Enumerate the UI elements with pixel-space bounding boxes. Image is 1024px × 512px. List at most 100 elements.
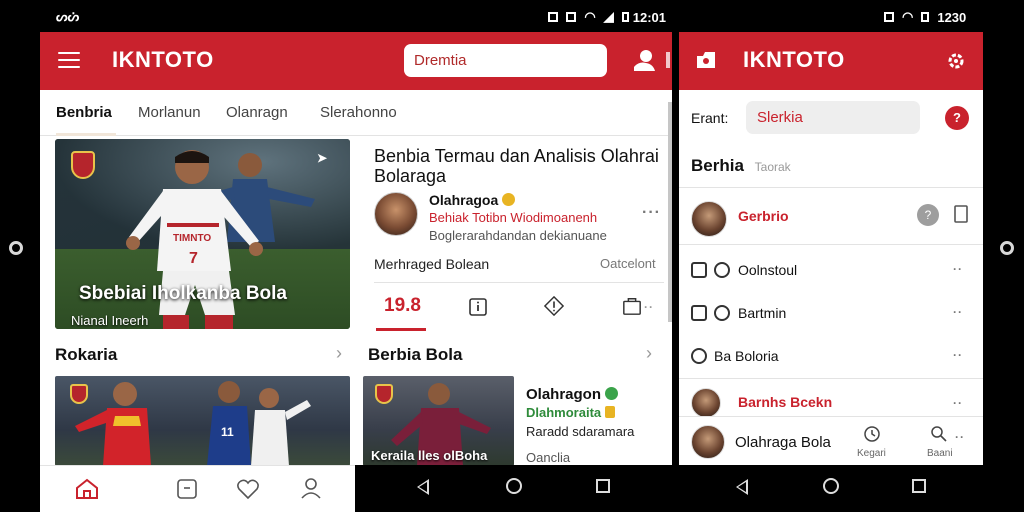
- checkbox-icon[interactable]: [691, 305, 707, 321]
- bookmark-icon[interactable]: [954, 205, 968, 223]
- tab-morlanun[interactable]: Morlanun: [138, 104, 201, 121]
- help-circle-icon[interactable]: ?: [917, 204, 939, 226]
- club-crest-icon: [71, 151, 95, 179]
- status-time: 12:01: [632, 9, 666, 25]
- more-options-icon[interactable]: ···: [642, 204, 661, 222]
- back-icon[interactable]: [417, 479, 429, 495]
- news-card-title[interactable]: Olahragon: [526, 386, 619, 403]
- section-subtitle: Taorak: [754, 160, 791, 174]
- checkbox-icon[interactable]: [691, 262, 707, 278]
- search-icon[interactable]: [930, 425, 948, 443]
- more-options-icon[interactable]: ··: [953, 348, 963, 362]
- user-chat-icon[interactable]: [631, 49, 657, 73]
- settings-icon[interactable]: [945, 50, 967, 72]
- tab-olanragn[interactable]: Olanragn: [226, 104, 288, 121]
- search-input[interactable]: Slerkia: [746, 101, 920, 134]
- home-button-icon[interactable]: [506, 478, 522, 494]
- hero-subtitle: Nianal Ineerh: [71, 313, 149, 328]
- news-card-line3: Raradd sdaramara: [526, 424, 635, 439]
- status-left-text: ᔕᔖ: [56, 9, 80, 24]
- tab-slerahonno[interactable]: Slerahonno: [320, 104, 397, 121]
- news-logo-icon[interactable]: [695, 50, 717, 70]
- alert-diamond-icon[interactable]: [544, 296, 564, 316]
- page-scrollbar[interactable]: [668, 102, 672, 322]
- svg-text:7: 7: [189, 250, 198, 267]
- club-crest-icon: [375, 384, 393, 404]
- match-card-image[interactable]: 11: [55, 376, 350, 466]
- chevron-right-icon[interactable]: ›: [336, 343, 342, 364]
- action-active-indicator: [376, 328, 426, 331]
- left-phone-screen: IKNTOTO Dremtia Benbria Morlanun Olanrag…: [40, 32, 672, 512]
- badge-icon: [605, 406, 616, 418]
- club-crest-icon: [70, 384, 88, 404]
- hero-card[interactable]: TIMNTO 7 ➤ Sbebiai Iholkanba Bola Nianal…: [55, 139, 350, 329]
- list-item-ba-boloria[interactable]: Ba Boloria: [714, 348, 779, 364]
- app-title: IKNTOTO: [112, 47, 214, 72]
- more-options-icon[interactable]: ··: [955, 430, 965, 444]
- app-bar: IKNTOTO Dremtia: [40, 32, 672, 90]
- author-name[interactable]: Olahragoa: [429, 192, 516, 208]
- divider: [679, 378, 983, 379]
- system-navigation-bar: [355, 465, 672, 512]
- back-icon[interactable]: [736, 479, 748, 495]
- news-card-line4: Oanclia: [526, 450, 571, 465]
- search-input[interactable]: Dremtia: [404, 44, 607, 77]
- bottom-profile-bar: Olahraga Bola Kegari Baani ··: [679, 416, 983, 466]
- scrollbar[interactable]: [666, 52, 670, 68]
- article-meta-right: Oatcelont: [600, 256, 656, 271]
- more-options-icon[interactable]: ··: [953, 305, 963, 319]
- chevron-right-icon[interactable]: ›: [646, 343, 652, 364]
- tab-benbria[interactable]: Benbria: [56, 104, 112, 121]
- info-icon[interactable]: [468, 297, 488, 317]
- list-item-gerbrio[interactable]: Gerbrio: [738, 208, 789, 224]
- list-item-barnhs-bcekn[interactable]: Barnhs Bcekn: [738, 394, 832, 410]
- article-summary: Boglerarahdandan dekianuane: [429, 228, 607, 243]
- verified-badge-icon: [502, 193, 516, 206]
- battery-icon: [548, 12, 559, 22]
- recents-icon[interactable]: [912, 479, 926, 493]
- more-options-icon[interactable]: ··: [953, 262, 963, 276]
- list-item-oolnstoul[interactable]: Oolnstoul: [738, 262, 797, 278]
- author-tagline: Behiak Totibn Wiodimoanenh: [429, 210, 598, 225]
- avatar[interactable]: [691, 425, 725, 459]
- clock-icon: [714, 262, 730, 278]
- clock-icon[interactable]: [863, 425, 881, 443]
- radio-icon[interactable]: [691, 348, 707, 364]
- news-icon[interactable]: [176, 478, 198, 500]
- news-card-image[interactable]: Keraila lles olBoha: [363, 376, 514, 466]
- section-title-berbia-bola[interactable]: Berbia Bola: [368, 345, 462, 365]
- left-status-bar: ᔕᔖ ◠ ◢ 12:01: [56, 0, 666, 34]
- hero-title: Sbebiai Iholkanba Bola: [79, 283, 287, 304]
- more-options-icon[interactable]: ··: [953, 396, 963, 410]
- status-time-right: 1230: [937, 9, 967, 25]
- right-phone-screen: IKNTOTO Erant: Slerkia ? Berhia Taorak G…: [679, 32, 983, 512]
- signal-icon: ◢: [603, 9, 614, 24]
- author-avatar[interactable]: [374, 192, 418, 236]
- right-status-bar: ◠ 1230: [880, 0, 980, 34]
- menu-icon[interactable]: [58, 52, 80, 68]
- avatar[interactable]: [691, 201, 727, 237]
- forward-icon[interactable]: ➤: [317, 151, 327, 165]
- profile-icon[interactable]: [300, 476, 322, 500]
- sim-icon: [621, 12, 629, 22]
- home-icon[interactable]: [75, 478, 99, 500]
- svg-text:11: 11: [221, 425, 234, 439]
- home-button-icon[interactable]: [823, 478, 839, 494]
- news-card-subtitle: Dlahmoraita: [526, 405, 616, 420]
- profile-name[interactable]: Olahraga Bola: [735, 434, 831, 451]
- like-count[interactable]: 19.8: [384, 295, 421, 317]
- section-title-rokaria[interactable]: Rokaria: [55, 345, 117, 365]
- divider: [679, 187, 983, 188]
- action-more-icon[interactable]: ··: [644, 300, 654, 314]
- avatar[interactable]: [691, 388, 721, 418]
- vibrate-icon: [566, 12, 577, 22]
- screen: ᔕᔖ ◠ ◢ 12:01 ◠ 1230 IKNTOTO Dremtia Benb…: [0, 0, 1024, 512]
- article-category[interactable]: Merhraged Bolean: [374, 256, 489, 272]
- article-title[interactable]: Benbia Termau dan Analisis Olahrai Bolar…: [374, 146, 670, 186]
- help-icon[interactable]: ?: [945, 106, 969, 130]
- bag-icon[interactable]: [622, 296, 642, 316]
- wifi-icon: ◠: [584, 9, 596, 24]
- list-item-bartmin[interactable]: Bartmin: [738, 305, 786, 321]
- heart-icon[interactable]: [236, 478, 260, 500]
- recents-icon[interactable]: [596, 479, 610, 493]
